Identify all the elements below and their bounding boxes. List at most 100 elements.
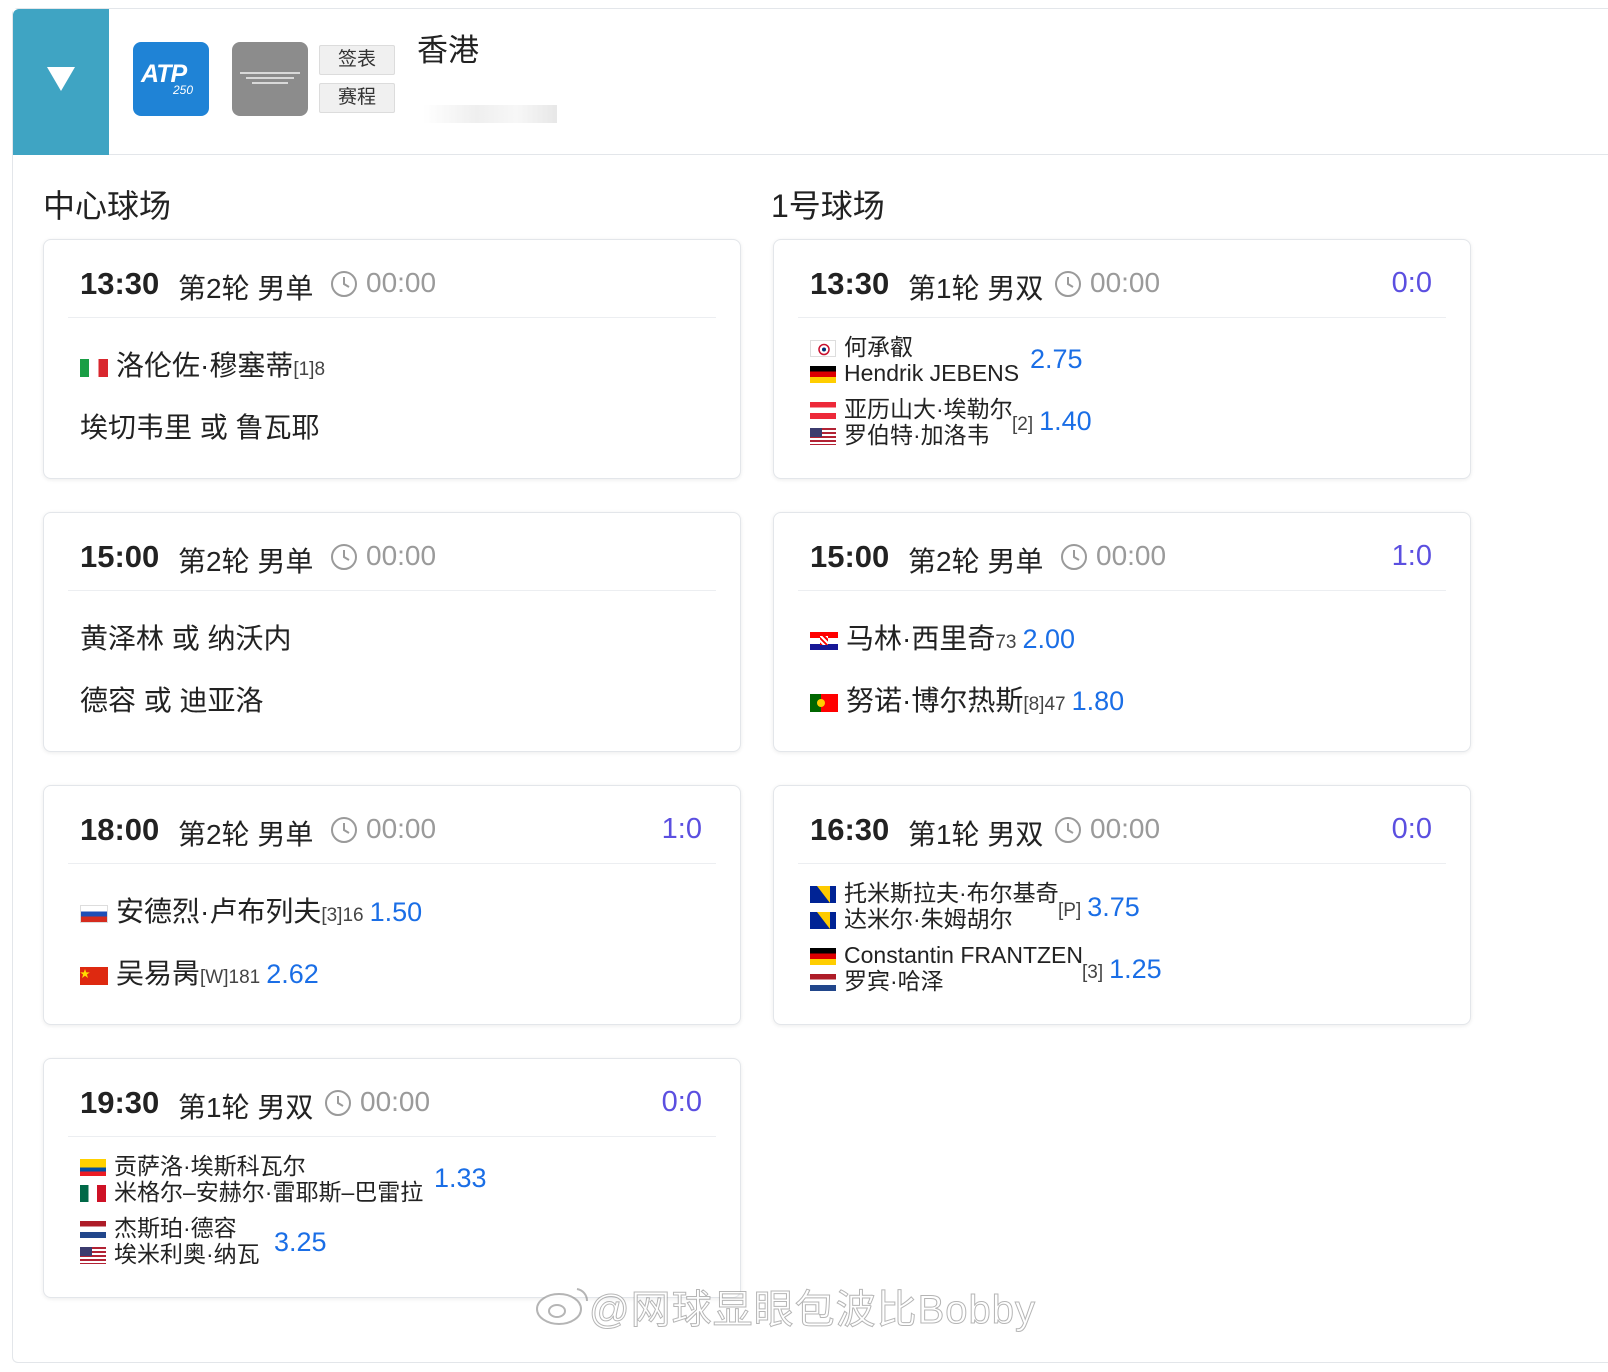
player-row: 马林·西里奇73 2.00: [810, 617, 1075, 657]
clock-icon: [325, 1090, 351, 1116]
team-odds-group: 2.75: [1024, 344, 1083, 375]
player-name: 黄泽林 或 纳沃内: [80, 623, 292, 654]
team-odds-group: [P] 3.75: [1058, 892, 1140, 923]
germany-flag-icon: [810, 948, 836, 966]
team-odds-group: 3.25: [268, 1227, 327, 1258]
player-row: 埃切韦里 或 鲁瓦耶: [80, 406, 320, 446]
doubles-team: 亚历山大·埃勒尔 罗伯特·加洛韦: [810, 396, 1013, 448]
team-odds: 3.25: [274, 1227, 327, 1257]
court-title-court1: 1号球场: [771, 188, 885, 224]
player-name: 杰斯珀·德容: [114, 1215, 237, 1241]
italy-flag-icon: [80, 358, 108, 377]
player-seed-rank: [8]47: [1023, 694, 1066, 715]
match-header: 15:00 第2轮 男单 00:00 1:0: [798, 539, 1446, 591]
player-name: 贡萨洛·埃斯科瓦尔: [114, 1153, 306, 1179]
team-odds-group: 1.33: [428, 1163, 487, 1194]
match-card[interactable]: 18:00 第2轮 男单 00:00 1:0 安德烈·卢布列夫[3]16 1.50…: [43, 785, 741, 1025]
match-header: 15:00 第2轮 男单 00:00: [68, 539, 716, 591]
player-name: 吴易昺: [116, 958, 201, 989]
schedule-tab-button[interactable]: 赛程: [319, 83, 395, 113]
team-odds: 1.40: [1039, 406, 1092, 436]
player-name: 何承叡: [844, 334, 913, 360]
court-title-center: 中心球场: [43, 188, 172, 224]
germany-flag-icon: [810, 366, 836, 384]
usa-flag-icon: [810, 428, 836, 446]
player-seed-rank: [W]181: [200, 967, 261, 988]
player-name: 亚历山大·埃勒尔: [844, 396, 1013, 422]
team-odds: 1.25: [1109, 954, 1162, 984]
team-odds: 3.75: [1087, 892, 1140, 922]
match-round: 第2轮 男单: [178, 546, 314, 577]
portugal-flag-icon: [810, 693, 838, 712]
player-odds: 2.62: [266, 959, 319, 989]
match-round: 第2轮 男单: [908, 546, 1044, 577]
player-name: 米格尔–安赫尔·雷耶斯–巴雷拉: [114, 1179, 424, 1205]
elapsed-time: 00:00: [366, 540, 437, 571]
player-name: Constantin FRANTZEN: [844, 942, 1084, 968]
elapsed-time: 00:00: [360, 1086, 431, 1117]
player-name: 埃米利奥·纳瓦: [114, 1241, 260, 1267]
player-seed-rank: 73: [995, 632, 1017, 653]
player-name: 罗宾·哈泽: [844, 968, 944, 994]
doubles-team: Constantin FRANTZEN 罗宾·哈泽: [810, 942, 1083, 994]
player-name: 马林·西里奇: [846, 623, 996, 654]
doubles-team: 何承叡 Hendrik JEBENS: [810, 334, 1019, 386]
player-name: 洛伦佐·穆塞蒂: [116, 350, 294, 381]
clock-icon: [1055, 271, 1081, 297]
player-seed-rank: [3]16: [321, 905, 364, 926]
match-round: 第1轮 男双: [908, 819, 1044, 850]
match-header: 18:00 第2轮 男单 00:00 1:0: [68, 812, 716, 864]
clock-icon: [331, 817, 357, 843]
match-card[interactable]: 15:00 第2轮 男单 00:00 1:0 马林·西里奇73 2.00 努诺·博…: [773, 512, 1471, 752]
player-name: 托米斯拉夫·布尔基奇: [844, 880, 1059, 906]
match-score: 1:0: [661, 813, 702, 845]
city-title: 香港: [417, 33, 479, 68]
team-seed: [3]: [1082, 962, 1104, 983]
match-card[interactable]: 13:30 第1轮 男双 00:00 0:0 何承叡 Hendrik JEBEN…: [773, 239, 1471, 479]
match-card[interactable]: 13:30 第2轮 男单 00:00 洛伦佐·穆塞蒂[1]8 埃切韦里 或 鲁瓦…: [43, 239, 741, 479]
match-round: 第1轮 男双: [178, 1092, 314, 1123]
ecuador-flag-icon: [80, 1159, 106, 1177]
collapse-toggle-button[interactable]: [13, 9, 109, 155]
player-name: 德容 或 迪亚洛: [80, 685, 264, 716]
player-odds: 1.80: [1071, 686, 1125, 716]
elapsed-time: 00:00: [366, 267, 437, 298]
player-row: 吴易昺[W]181 2.62: [80, 952, 319, 992]
clock-icon: [331, 271, 357, 297]
elapsed-time: 00:00: [366, 813, 437, 844]
match-score: 0:0: [661, 1086, 702, 1118]
chinese-taipei-flag-icon: [810, 340, 836, 358]
china-flag-icon: [80, 966, 108, 985]
draw-tab-button[interactable]: 签表: [319, 45, 395, 75]
match-header: 13:30 第2轮 男单 00:00: [68, 266, 716, 318]
weibo-logo-icon: [536, 1288, 589, 1325]
match-score: 0:0: [1391, 267, 1432, 299]
player-odds: 1.50: [369, 897, 423, 927]
austria-flag-icon: [810, 402, 836, 420]
player-row: 德容 或 迪亚洛: [80, 679, 264, 719]
doubles-team: 杰斯珀·德容 埃米利奥·纳瓦: [80, 1215, 260, 1267]
clock-icon: [1061, 544, 1087, 570]
match-time: 18:00: [80, 812, 160, 847]
match-time: 13:30: [80, 266, 160, 301]
match-time: 15:00: [80, 539, 160, 574]
match-card[interactable]: 16:30 第1轮 男双 00:00 0:0 托米斯拉夫·布尔基奇 达米尔·朱姆…: [773, 785, 1471, 1025]
player-seed-rank: [1]8: [293, 359, 326, 380]
bosnia-flag-icon: [810, 912, 836, 930]
match-card[interactable]: 19:30 第1轮 男双 00:00 0:0 贡萨洛·埃斯科瓦尔 米格尔–安赫尔…: [43, 1058, 741, 1298]
netherlands-flag-icon: [810, 974, 836, 992]
elapsed-time: 00:00: [1090, 267, 1161, 298]
watermark-text: @网球显眼包波比Bobby: [588, 1288, 1037, 1333]
match-round: 第1轮 男双: [908, 273, 1044, 304]
player-row: 安德烈·卢布列夫[3]16 1.50: [80, 890, 422, 930]
elapsed-time: 00:00: [1096, 540, 1167, 571]
match-card[interactable]: 15:00 第2轮 男单 00:00 黄泽林 或 纳沃内 德容 或 迪亚洛: [43, 512, 741, 752]
player-name: 达米尔·朱姆胡尔: [844, 906, 1013, 932]
match-round: 第2轮 男单: [178, 819, 314, 850]
match-time: 15:00: [810, 539, 890, 574]
match-score: 0:0: [1391, 813, 1432, 845]
player-row: 洛伦佐·穆塞蒂[1]8: [80, 344, 325, 384]
croatia-flag-icon: [810, 631, 838, 650]
player-name: 埃切韦里 或 鲁瓦耶: [80, 412, 320, 443]
team-odds: 2.75: [1030, 344, 1083, 374]
